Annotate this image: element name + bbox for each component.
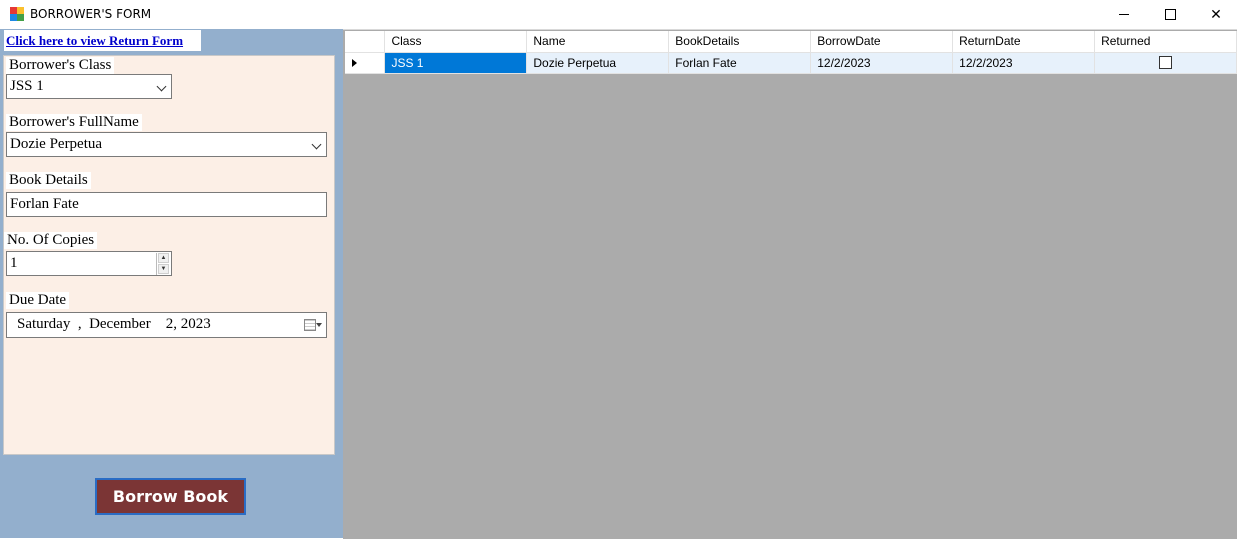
- table-row[interactable]: JSS 1 Dozie Perpetua Forlan Fate 12/2/20…: [345, 52, 1237, 74]
- close-icon: ✕: [1210, 6, 1222, 22]
- column-header-returned[interactable]: Returned: [1094, 31, 1237, 53]
- minimize-icon: [1119, 14, 1129, 15]
- class-value: JSS 1: [10, 78, 44, 94]
- current-row-arrow-icon: [352, 58, 357, 67]
- class-dropdown[interactable]: JSS 1: [6, 74, 172, 99]
- cell-name[interactable]: Dozie Perpetua: [526, 52, 670, 74]
- row-header-corner: [345, 31, 386, 53]
- book-details-label: Book Details: [6, 172, 91, 189]
- title-bar: BORROWER'S FORM ✕: [0, 0, 1237, 29]
- copies-stepper[interactable]: 1 ▲ ▼: [6, 251, 172, 276]
- chevron-down-icon: [156, 81, 167, 92]
- cell-borrowdate[interactable]: 12/2/2023: [810, 52, 954, 74]
- fullname-dropdown[interactable]: Dozie Perpetua: [6, 132, 327, 157]
- due-date-picker[interactable]: Saturday , December 2, 2023: [6, 312, 327, 338]
- book-details-input[interactable]: Forlan Fate: [6, 192, 327, 217]
- copies-spinner: ▲ ▼: [156, 253, 170, 275]
- cell-returned[interactable]: [1094, 52, 1237, 74]
- calendar-icon[interactable]: [304, 319, 322, 331]
- left-panel: Click here to view Return Form Borrower'…: [0, 29, 343, 538]
- cell-returndate[interactable]: 12/2/2023: [952, 52, 1096, 74]
- minimize-button[interactable]: [1101, 0, 1147, 29]
- copies-label: No. Of Copies: [4, 232, 98, 249]
- spin-down-button[interactable]: ▼: [158, 264, 169, 274]
- header-row: Class Name BookDetails BorrowDate Return…: [345, 31, 1237, 53]
- close-button[interactable]: ✕: [1193, 0, 1237, 29]
- class-label: Borrower's Class: [6, 57, 115, 74]
- fullname-value: Dozie Perpetua: [10, 136, 103, 152]
- column-header-returndate[interactable]: ReturnDate: [952, 31, 1096, 53]
- return-form-link[interactable]: Click here to view Return Form: [6, 33, 183, 49]
- column-header-bookdetails[interactable]: BookDetails: [668, 31, 812, 53]
- fullname-label: Borrower's FullName: [6, 114, 142, 131]
- records-table: Class Name BookDetails BorrowDate Return…: [345, 31, 1237, 74]
- cell-class[interactable]: JSS 1: [384, 52, 528, 74]
- chevron-down-icon: [311, 139, 322, 150]
- borrow-records-grid: Class Name BookDetails BorrowDate Return…: [343, 29, 1237, 539]
- copies-value: 1: [10, 255, 18, 271]
- due-date-label: Due Date: [6, 292, 70, 309]
- book-details-value: Forlan Fate: [10, 196, 79, 212]
- due-date-value: Saturday , December 2, 2023: [17, 316, 211, 332]
- column-header-borrowdate[interactable]: BorrowDate: [810, 31, 954, 53]
- spin-up-button[interactable]: ▲: [158, 253, 169, 263]
- column-header-name[interactable]: Name: [526, 31, 670, 53]
- row-header[interactable]: [345, 52, 386, 74]
- return-link-box: Click here to view Return Form: [4, 30, 201, 51]
- borrow-book-button[interactable]: Borrow Book: [95, 478, 246, 515]
- app-icon: [10, 7, 24, 21]
- maximize-icon: [1164, 9, 1176, 20]
- cell-bookdetails[interactable]: Forlan Fate: [668, 52, 812, 74]
- returned-checkbox[interactable]: [1159, 56, 1173, 69]
- column-header-class[interactable]: Class: [384, 31, 528, 53]
- window-title: BORROWER'S FORM: [30, 7, 152, 21]
- maximize-button[interactable]: [1147, 0, 1193, 29]
- borrow-form-panel: Borrower's Class JSS 1 Borrower's FullNa…: [3, 55, 335, 455]
